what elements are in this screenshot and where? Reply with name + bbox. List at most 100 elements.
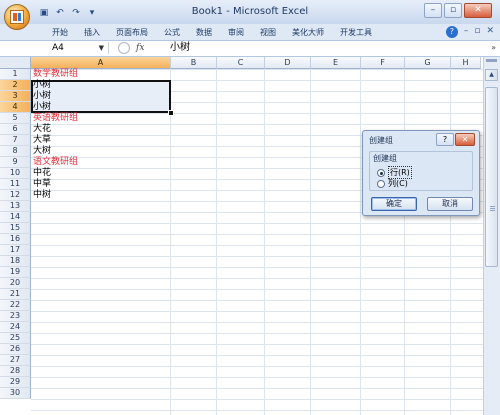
- scroll-thumb[interactable]: [485, 87, 498, 267]
- row-header-10[interactable]: 10: [0, 168, 31, 179]
- close-button[interactable]: ✕: [464, 3, 492, 18]
- row-header-24[interactable]: 24: [0, 322, 31, 333]
- row-header-27[interactable]: 27: [0, 355, 31, 366]
- column-header-h[interactable]: H: [451, 57, 481, 69]
- row-header-3[interactable]: 3: [0, 91, 31, 102]
- column-header-b[interactable]: B: [171, 57, 217, 69]
- minimize-button[interactable]: –: [424, 3, 442, 18]
- tab-review[interactable]: 审阅: [220, 27, 252, 38]
- fill-handle[interactable]: [168, 110, 174, 116]
- tab-page-layout[interactable]: 页面布局: [108, 27, 156, 38]
- help-icon[interactable]: ?: [445, 26, 458, 38]
- selection-range[interactable]: [31, 80, 171, 113]
- row-header-14[interactable]: 14: [0, 212, 31, 223]
- tab-home[interactable]: 开始: [44, 27, 76, 38]
- cell-a1[interactable]: 数学教研组: [33, 69, 78, 80]
- office-button[interactable]: [4, 4, 30, 30]
- cell-a5[interactable]: 英语教研组: [33, 113, 78, 124]
- name-box[interactable]: A4 ▼: [2, 42, 109, 54]
- row-header-9[interactable]: 9: [0, 157, 31, 168]
- cell-a6[interactable]: 大花: [33, 124, 51, 135]
- row-header-23[interactable]: 23: [0, 311, 31, 322]
- cell-a2[interactable]: 小树: [33, 80, 51, 91]
- row-header-19[interactable]: 19: [0, 267, 31, 278]
- column-header-g[interactable]: G: [405, 57, 451, 69]
- select-all-corner[interactable]: [0, 57, 31, 69]
- vertical-scrollbar[interactable]: ▲: [483, 57, 500, 415]
- column-header-e[interactable]: E: [311, 57, 361, 69]
- ribbon-restore-button[interactable]: ▫: [474, 26, 480, 38]
- row-header-13[interactable]: 13: [0, 201, 31, 212]
- dialog-help-button[interactable]: ?: [436, 133, 454, 146]
- row-header-8[interactable]: 8: [0, 146, 31, 157]
- row-header-15[interactable]: 15: [0, 223, 31, 234]
- tab-view[interactable]: 视图: [252, 27, 284, 38]
- column-gridline: [404, 69, 405, 415]
- maximize-button[interactable]: ▫: [444, 3, 462, 18]
- row-header-29[interactable]: 29: [0, 377, 31, 388]
- tab-developer[interactable]: 开发工具: [332, 27, 380, 38]
- expand-formula-icon[interactable]: »: [491, 41, 496, 55]
- column-gridline: [264, 69, 265, 415]
- scroll-up-icon[interactable]: ▲: [485, 69, 498, 81]
- row-header-7[interactable]: 7: [0, 135, 31, 146]
- column-header-f[interactable]: F: [361, 57, 405, 69]
- insert-function-icon[interactable]: fx: [136, 43, 144, 53]
- row-header-18[interactable]: 18: [0, 256, 31, 267]
- cell-a11[interactable]: 中草: [33, 179, 51, 190]
- cell-a10[interactable]: 中花: [33, 168, 51, 179]
- row-header-16[interactable]: 16: [0, 234, 31, 245]
- row-header-2[interactable]: 2: [0, 80, 31, 91]
- row-header-22[interactable]: 22: [0, 300, 31, 311]
- ok-button[interactable]: 确定: [371, 197, 417, 211]
- worksheet-grid[interactable]: A B C D E F G H 1 2 3 4 5 6 7 8 9 10 11 12 13 14 15 16 17 18 19 20 2…: [0, 57, 484, 415]
- ribbon-close-button[interactable]: ✕: [486, 26, 494, 38]
- column-header-d[interactable]: D: [265, 57, 311, 69]
- column-gridline: [310, 69, 311, 415]
- row-header-26[interactable]: 26: [0, 344, 31, 355]
- cell-grid[interactable]: [31, 69, 484, 415]
- chevron-down-icon[interactable]: ▼: [99, 42, 104, 54]
- radio-unselected-icon: [377, 179, 385, 188]
- ribbon-minimize-button[interactable]: –: [464, 26, 469, 38]
- tab-data[interactable]: 数据: [188, 27, 220, 38]
- radio-columns-label: 列(C): [388, 179, 408, 188]
- cancel-button[interactable]: 取消: [427, 197, 473, 211]
- cell-a9[interactable]: 语文教研组: [33, 157, 78, 168]
- row-header-1[interactable]: 1: [0, 69, 31, 80]
- cell-a3[interactable]: 小树: [33, 91, 51, 102]
- cell-a4[interactable]: 小树: [33, 102, 51, 113]
- row-header-4[interactable]: 4: [0, 102, 31, 113]
- column-gridline: [360, 69, 361, 415]
- row-header-11[interactable]: 11: [0, 179, 31, 190]
- row-header-30[interactable]: 30: [0, 388, 31, 399]
- tab-formulas[interactable]: 公式: [156, 27, 188, 38]
- row-header-6[interactable]: 6: [0, 124, 31, 135]
- split-handle[interactable]: [486, 59, 497, 62]
- tab-beautify[interactable]: 美化大师: [284, 27, 332, 38]
- ribbon-controls: ? – ▫ ✕: [445, 26, 494, 38]
- cell-a12[interactable]: 中树: [33, 190, 51, 201]
- row-header-20[interactable]: 20: [0, 278, 31, 289]
- cell-a8[interactable]: 大树: [33, 146, 51, 157]
- column-header-a[interactable]: A: [31, 57, 171, 69]
- formula-bar: A4 ▼ fx 小树 »: [0, 41, 500, 57]
- radio-columns[interactable]: 列(C): [377, 178, 408, 189]
- grip-icon: [490, 206, 495, 212]
- row-header-25[interactable]: 25: [0, 333, 31, 344]
- ribbon: 开始 插入 页面布局 公式 数据 审阅 视图 美化大师 开发工具 ? – ▫ ✕: [0, 24, 500, 41]
- row-header-12[interactable]: 12: [0, 190, 31, 201]
- row-header-21[interactable]: 21: [0, 289, 31, 300]
- office-logo-icon: [10, 10, 24, 24]
- row-header-5[interactable]: 5: [0, 113, 31, 124]
- fx-area: fx: [118, 41, 166, 55]
- column-header-c[interactable]: C: [217, 57, 265, 69]
- cell-a7[interactable]: 大草: [33, 135, 51, 146]
- tab-insert[interactable]: 插入: [76, 27, 108, 38]
- dialog-close-button[interactable]: ✕: [455, 133, 475, 146]
- row-header-17[interactable]: 17: [0, 245, 31, 256]
- cancel-entry-icon[interactable]: [118, 41, 130, 54]
- name-box-value: A4: [52, 43, 64, 53]
- row-header-28[interactable]: 28: [0, 366, 31, 377]
- formula-input[interactable]: 小树: [170, 41, 190, 55]
